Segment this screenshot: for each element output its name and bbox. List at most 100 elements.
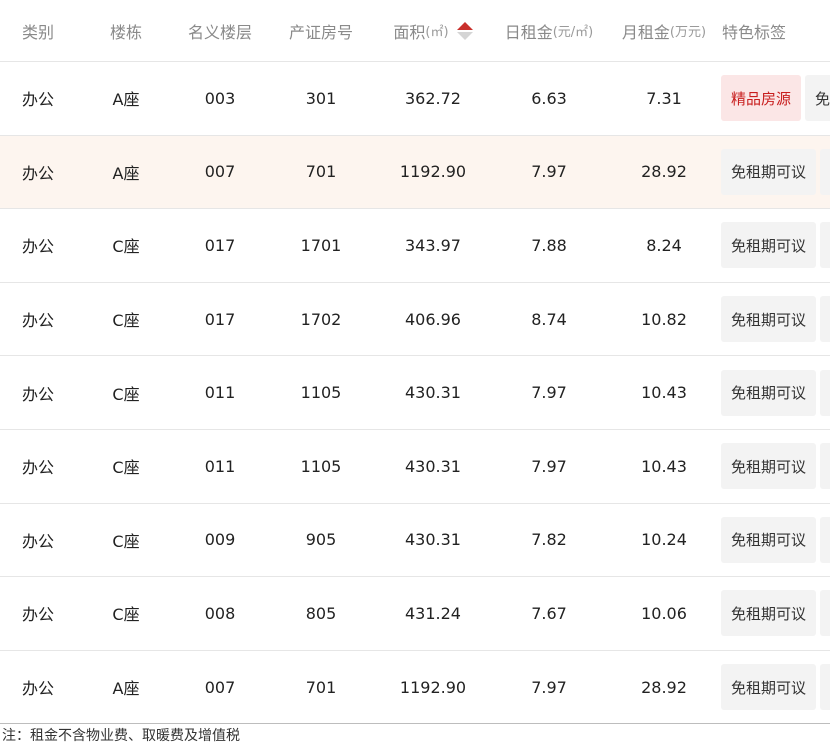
cell-area: 430.31: [405, 383, 461, 403]
rent-free-negotiable-tag: 免租期可议: [721, 516, 817, 563]
cell-room: 1702: [300, 309, 342, 329]
cell-daily-rent: 8.74: [531, 309, 567, 329]
cell-building: A座: [112, 90, 140, 110]
cell-building: C座: [112, 605, 140, 625]
cell-area: 1192.90: [399, 677, 467, 697]
cell-building: C座: [112, 311, 140, 331]
header-floor[interactable]: 名义楼层: [172, 0, 268, 61]
table-row[interactable]: 办公 C座 009 905 430.31 7.82 10.24 免租期可议: [0, 504, 830, 578]
rent-free-negotiable-tag: 免租期可议: [721, 222, 817, 269]
rent-free-negotiable-tag: 免租期可议: [721, 148, 817, 195]
table-row[interactable]: 办公 A座 007 701 1192.90 7.97 28.92 免租期可议: [0, 135, 830, 210]
overflow-tag: [820, 148, 830, 195]
table-row[interactable]: 办公 C座 017 1702 406.96 8.74 10.82 免租期可议: [0, 283, 830, 357]
cell-area: 1192.90: [399, 162, 467, 182]
cell-area: 406.96: [405, 309, 461, 329]
feature-tags: 免租期可议: [721, 283, 830, 356]
rent-free-negotiable-tag: 免租期可议: [721, 296, 817, 343]
cell-building: C座: [112, 384, 140, 404]
rent-free-negotiable-tag: 免租期可议: [721, 443, 817, 490]
cell-building: A座: [112, 679, 140, 699]
overflow-tag: [820, 664, 830, 711]
cell-category: 办公: [21, 311, 54, 331]
cell-room: 905: [305, 530, 337, 550]
cell-daily-rent: 7.82: [531, 530, 567, 550]
header-category[interactable]: 类别: [0, 0, 76, 61]
header-building[interactable]: 楼栋: [80, 0, 172, 61]
cell-room: 805: [305, 603, 337, 623]
overflow-tag: [820, 296, 830, 343]
table-row[interactable]: 办公 C座 017 1701 343.97 7.88 8.24 免租期可议: [0, 209, 830, 283]
cell-floor: 011: [204, 383, 236, 403]
header-monthly-rent-unit: (万元): [669, 25, 707, 40]
cell-category: 办公: [21, 90, 54, 110]
cell-building: C座: [112, 237, 140, 257]
cell-room: 1105: [300, 456, 342, 476]
header-area-unit: (㎡): [425, 25, 449, 40]
cell-floor: 017: [204, 309, 236, 329]
rent-free-negotiable-tag: 免租期可议: [721, 369, 817, 416]
header-area[interactable]: 面积 (㎡): [378, 0, 488, 61]
feature-tags: 免租期可议: [721, 136, 830, 209]
rent-free-negotiable-tag: 免租期可议: [721, 664, 817, 711]
cell-floor: 017: [204, 235, 236, 255]
feature-tags: 免租期可议: [721, 356, 830, 429]
sort-icon[interactable]: [456, 21, 473, 41]
cell-monthly-rent: 10.24: [641, 530, 687, 550]
cell-category: 办公: [21, 458, 54, 478]
cell-room: 701: [305, 677, 337, 697]
table-row[interactable]: 办公 C座 008 805 431.24 7.67 10.06 免租期可议: [0, 577, 830, 651]
header-area-label: 面积: [393, 22, 426, 42]
overflow-tag: [820, 369, 830, 416]
cell-monthly-rent: 10.82: [641, 309, 687, 329]
header-daily-rent-unit: (元/㎡): [552, 25, 594, 40]
header-monthly-rent[interactable]: 月租金 (万元): [612, 0, 716, 61]
cell-category: 办公: [21, 163, 54, 183]
cell-monthly-rent: 10.43: [641, 456, 687, 476]
cell-floor: 007: [204, 677, 236, 697]
overflow-tag: [820, 590, 830, 637]
overflow-tag: [820, 516, 830, 563]
cell-area: 362.72: [405, 88, 461, 108]
table-row[interactable]: 办公 C座 011 1105 430.31 7.97 10.43 免租期可议: [0, 430, 830, 504]
cell-floor: 008: [204, 603, 236, 623]
cell-daily-rent: 7.88: [531, 235, 567, 255]
cell-room: 1105: [300, 383, 342, 403]
table-body: 办公 A座 003 301 362.72 6.63 7.31 精品房源免办公 A座 007 701 1…: [0, 62, 830, 725]
feature-tags: 免租期可议: [721, 577, 830, 650]
overflow-tag: [820, 443, 830, 490]
cell-floor: 003: [204, 88, 236, 108]
table-row[interactable]: 办公 A座 007 701 1192.90 7.97 28.92 免租期可议: [0, 651, 830, 725]
cell-daily-rent: 7.97: [531, 456, 567, 476]
header-room[interactable]: 产证房号: [270, 0, 372, 61]
cell-area: 431.24: [405, 603, 461, 623]
table-row[interactable]: 办公 A座 003 301 362.72 6.63 7.31 精品房源免: [0, 62, 830, 136]
header-monthly-rent-label: 月租金: [621, 22, 670, 42]
header-daily-rent[interactable]: 日租金 (元/㎡): [496, 0, 602, 61]
header-daily-rent-label: 日租金: [504, 22, 553, 42]
table-row[interactable]: 办公 C座 011 1105 430.31 7.97 10.43 免租期可议: [0, 356, 830, 430]
feature-tags: 精品房源免: [721, 62, 830, 135]
rent-free-negotiable-tag: 免租期可议: [721, 590, 817, 637]
cell-category: 办公: [21, 605, 54, 625]
cell-monthly-rent: 7.31: [646, 88, 682, 108]
cell-area: 430.31: [405, 456, 461, 476]
overflow-tag: 免: [805, 75, 830, 122]
cell-monthly-rent: 10.43: [641, 383, 687, 403]
cell-monthly-rent: 8.24: [646, 235, 682, 255]
cell-daily-rent: 7.97: [531, 383, 567, 403]
cell-monthly-rent: 28.92: [641, 677, 687, 697]
premium-listing-tag: 精品房源: [721, 75, 802, 122]
cell-building: A座: [112, 163, 140, 183]
feature-tags: 免租期可议: [721, 651, 830, 724]
cell-category: 办公: [21, 531, 54, 551]
cell-building: C座: [112, 531, 140, 551]
cell-category: 办公: [21, 679, 54, 699]
cell-monthly-rent: 10.06: [641, 603, 687, 623]
listing-table: 类别 楼栋 名义楼层 产证房号 面积 (㎡) 日租金 (元/㎡) 月租金 (万元) 特…: [0, 0, 830, 725]
cell-daily-rent: 7.97: [531, 677, 567, 697]
sort-desc-icon: [456, 31, 473, 40]
feature-tags: 免租期可议: [721, 209, 830, 282]
cell-area: 343.97: [405, 235, 461, 255]
cell-category: 办公: [21, 384, 54, 404]
